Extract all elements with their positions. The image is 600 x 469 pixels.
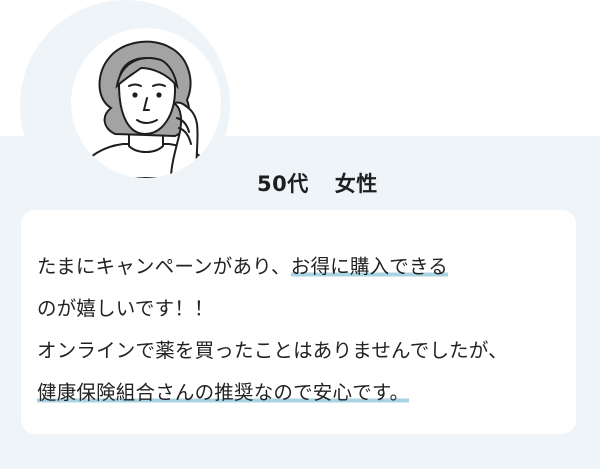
woman-portrait-icon [75,40,217,178]
review-line-1-text: たまにキャンペーンがあり、 [37,255,291,278]
review-line-2: のが嬉しいです！！ [37,297,214,320]
review-card: たまにキャンペーンがあり、お得に購入できる のが嬉しいです！！ オンラインで薬を… [21,210,576,434]
review-line-3: オンラインで薬を買ったことはありませんでしたが、 [37,339,508,362]
avatar [71,28,221,178]
review-text: たまにキャンペーンがあり、お得に購入できる のが嬉しいです！！ オンラインで薬を… [37,246,577,414]
persona-age: 50代 [257,172,309,196]
review-line-4: 健康保険組合さんの推奨なので安心です。 [37,372,577,414]
persona-label: 50代 女性 [257,168,378,198]
persona-gender: 女性 [334,172,378,196]
avatar-ring [20,0,230,210]
highlight-text: お得に購入できる [290,255,448,278]
review-line-1: たまにキャンペーンがあり、お得に購入できる [37,246,577,288]
highlight-text: 健康保険組合さんの推奨なので安心です。 [37,381,410,404]
